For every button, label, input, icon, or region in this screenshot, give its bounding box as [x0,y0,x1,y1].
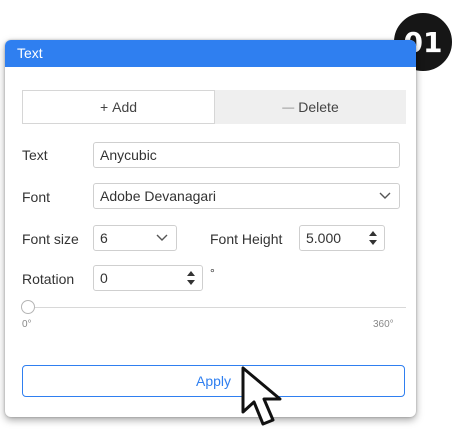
rotation-stepper[interactable]: 0 [93,265,203,291]
rotation-slider-track[interactable] [35,307,406,308]
font-size-value: 6 [100,230,108,246]
chevron-down-icon [156,234,168,241]
delete-button[interactable]: — Delete [215,90,406,124]
spinner-arrows-icon[interactable] [186,269,196,287]
font-size-select[interactable]: 6 [93,225,177,251]
text-input[interactable]: Anycubic [93,142,400,168]
font-height-stepper[interactable]: 5.000 [299,225,385,251]
rotation-label: Rotation [22,271,75,287]
font-size-label: Font size [22,231,79,247]
rotation-slider-handle[interactable] [21,300,35,314]
add-button[interactable]: + Add [22,90,215,124]
add-delete-toggle: + Add — Delete [22,90,406,124]
text-label: Text [22,147,48,163]
font-label: Font [22,189,51,205]
delete-label: Delete [298,99,339,115]
degree-unit: ° [210,266,215,280]
font-select[interactable]: Adobe Devanagari [93,183,400,209]
chevron-down-icon [379,192,391,199]
font-value: Adobe Devanagari [100,188,216,204]
minus-icon: — [282,100,295,114]
text-panel: Text + Add — Delete Text Anycubic Font A… [5,40,416,417]
add-label: Add [112,99,138,115]
apply-button[interactable]: Apply [22,365,405,397]
spinner-arrows-icon[interactable] [368,229,378,247]
slider-max-label: 360° [373,319,394,330]
mouse-pointer-icon [241,366,282,426]
font-height-value: 5.000 [306,230,342,246]
slider-min-label: 0° [22,319,32,330]
plus-icon: + [99,99,109,115]
font-height-label: Font Height [210,231,283,247]
panel-title: Text [5,40,416,67]
rotation-value: 0 [100,270,108,286]
